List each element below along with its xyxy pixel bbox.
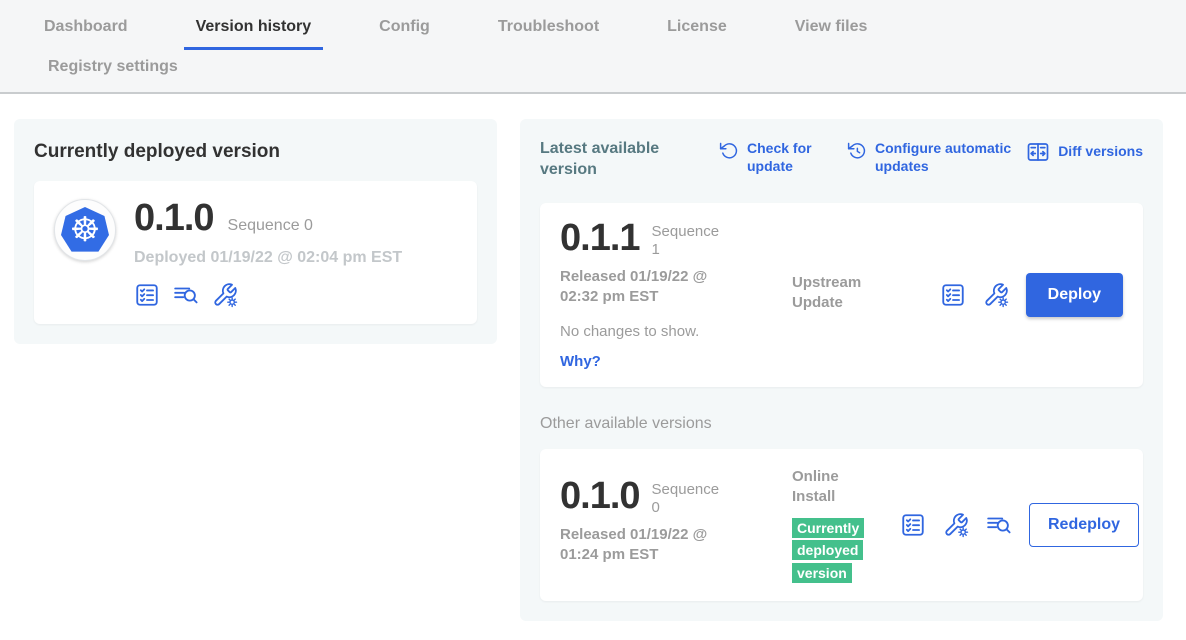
wrench-gear-icon[interactable] xyxy=(212,282,238,308)
deployed-sequence: Sequence 0 xyxy=(228,217,313,235)
latest-version-actions: Deploy xyxy=(940,273,1123,317)
check-for-update-link[interactable]: Check for update xyxy=(718,139,828,175)
checklist-icon[interactable] xyxy=(134,282,160,308)
tab-license[interactable]: License xyxy=(655,14,739,50)
other-version-source-col: Online Install Currently deployed versio… xyxy=(792,467,900,585)
other-version-source: Online Install xyxy=(792,467,882,508)
diff-versions-label: Diff versions xyxy=(1058,142,1143,160)
latest-version-info: 0.1.1 Sequence 1 Released 01/19/22 @ 02:… xyxy=(560,219,792,372)
deployed-version-number: 0.1.0 xyxy=(134,199,214,237)
app-header: Dashboard Version history Config Trouble… xyxy=(0,0,1186,94)
currently-deployed-panel: Currently deployed version ☸ 0.1.0 Seque… xyxy=(14,119,497,344)
checklist-icon[interactable] xyxy=(940,282,966,308)
other-versions-title: Other available versions xyxy=(540,415,1143,433)
checklist-icon[interactable] xyxy=(900,512,926,538)
wrench-gear-icon[interactable] xyxy=(983,282,1009,308)
refresh-icon xyxy=(718,140,739,161)
deployed-version-card: ☸ 0.1.0 Sequence 0 Deployed 01/19/22 @ 0… xyxy=(34,181,477,324)
currently-deployed-title: Currently deployed version xyxy=(34,141,477,163)
latest-version-number: 0.1.1 xyxy=(560,219,640,257)
logs-search-icon[interactable] xyxy=(986,512,1012,538)
tab-dashboard[interactable]: Dashboard xyxy=(32,14,140,50)
other-version-released: Released 01/19/22 @ 01:24 pm EST xyxy=(560,525,740,566)
other-version-sequence: Sequence 0 xyxy=(652,477,732,517)
latest-available-header: Latest available version Check for updat… xyxy=(540,139,1143,181)
latest-available-panel: Latest available version Check for updat… xyxy=(520,119,1163,621)
tab-view-files[interactable]: View files xyxy=(783,14,880,50)
kubernetes-logo-icon: ☸ xyxy=(54,199,116,261)
other-version-actions: Redeploy xyxy=(900,503,1139,547)
tab-registry-settings[interactable]: Registry settings xyxy=(36,52,190,92)
deployed-version-info: 0.1.0 Sequence 0 Deployed 01/19/22 @ 02:… xyxy=(134,199,402,308)
tab-troubleshoot[interactable]: Troubleshoot xyxy=(486,14,611,50)
no-changes-text: No changes to show. xyxy=(560,323,792,340)
wrench-gear-icon[interactable] xyxy=(943,512,969,538)
latest-version-source: Upstream Update xyxy=(792,273,900,372)
why-link[interactable]: Why? xyxy=(560,353,601,370)
main-content: Currently deployed version ☸ 0.1.0 Seque… xyxy=(0,94,1186,621)
redeploy-button[interactable]: Redeploy xyxy=(1029,503,1139,547)
tab-version-history[interactable]: Version history xyxy=(184,14,324,50)
other-version-info: 0.1.0 Sequence 0 Released 01/19/22 @ 01:… xyxy=(560,465,792,585)
check-for-update-label: Check for update xyxy=(747,139,828,175)
primary-nav: Dashboard Version history Config Trouble… xyxy=(32,14,1186,50)
other-version-row: 0.1.0 Sequence 0 Released 01/19/22 @ 01:… xyxy=(540,449,1143,601)
deploy-button[interactable]: Deploy xyxy=(1026,273,1123,317)
latest-available-title: Latest available version xyxy=(540,139,678,181)
latest-version-sequence: Sequence 1 xyxy=(652,219,732,259)
currently-deployed-badge: Currently deployed version xyxy=(792,518,864,583)
diff-icon xyxy=(1026,140,1050,164)
latest-version-released: Released 01/19/22 @ 02:32 pm EST xyxy=(560,267,740,308)
latest-version-row: 0.1.1 Sequence 1 Released 01/19/22 @ 02:… xyxy=(540,203,1143,388)
secondary-nav: Registry settings xyxy=(32,50,1186,92)
tab-config[interactable]: Config xyxy=(367,14,442,50)
configure-automatic-updates-label: Configure automatic updates xyxy=(875,139,1024,175)
other-version-number: 0.1.0 xyxy=(560,477,640,515)
configure-automatic-updates-link[interactable]: Configure automatic updates xyxy=(846,139,1024,175)
auto-update-clock-icon xyxy=(846,140,867,161)
diff-versions-link[interactable]: Diff versions xyxy=(1026,139,1143,164)
deployed-timestamp: Deployed 01/19/22 @ 02:04 pm EST xyxy=(134,249,402,267)
logs-search-icon[interactable] xyxy=(173,282,199,308)
